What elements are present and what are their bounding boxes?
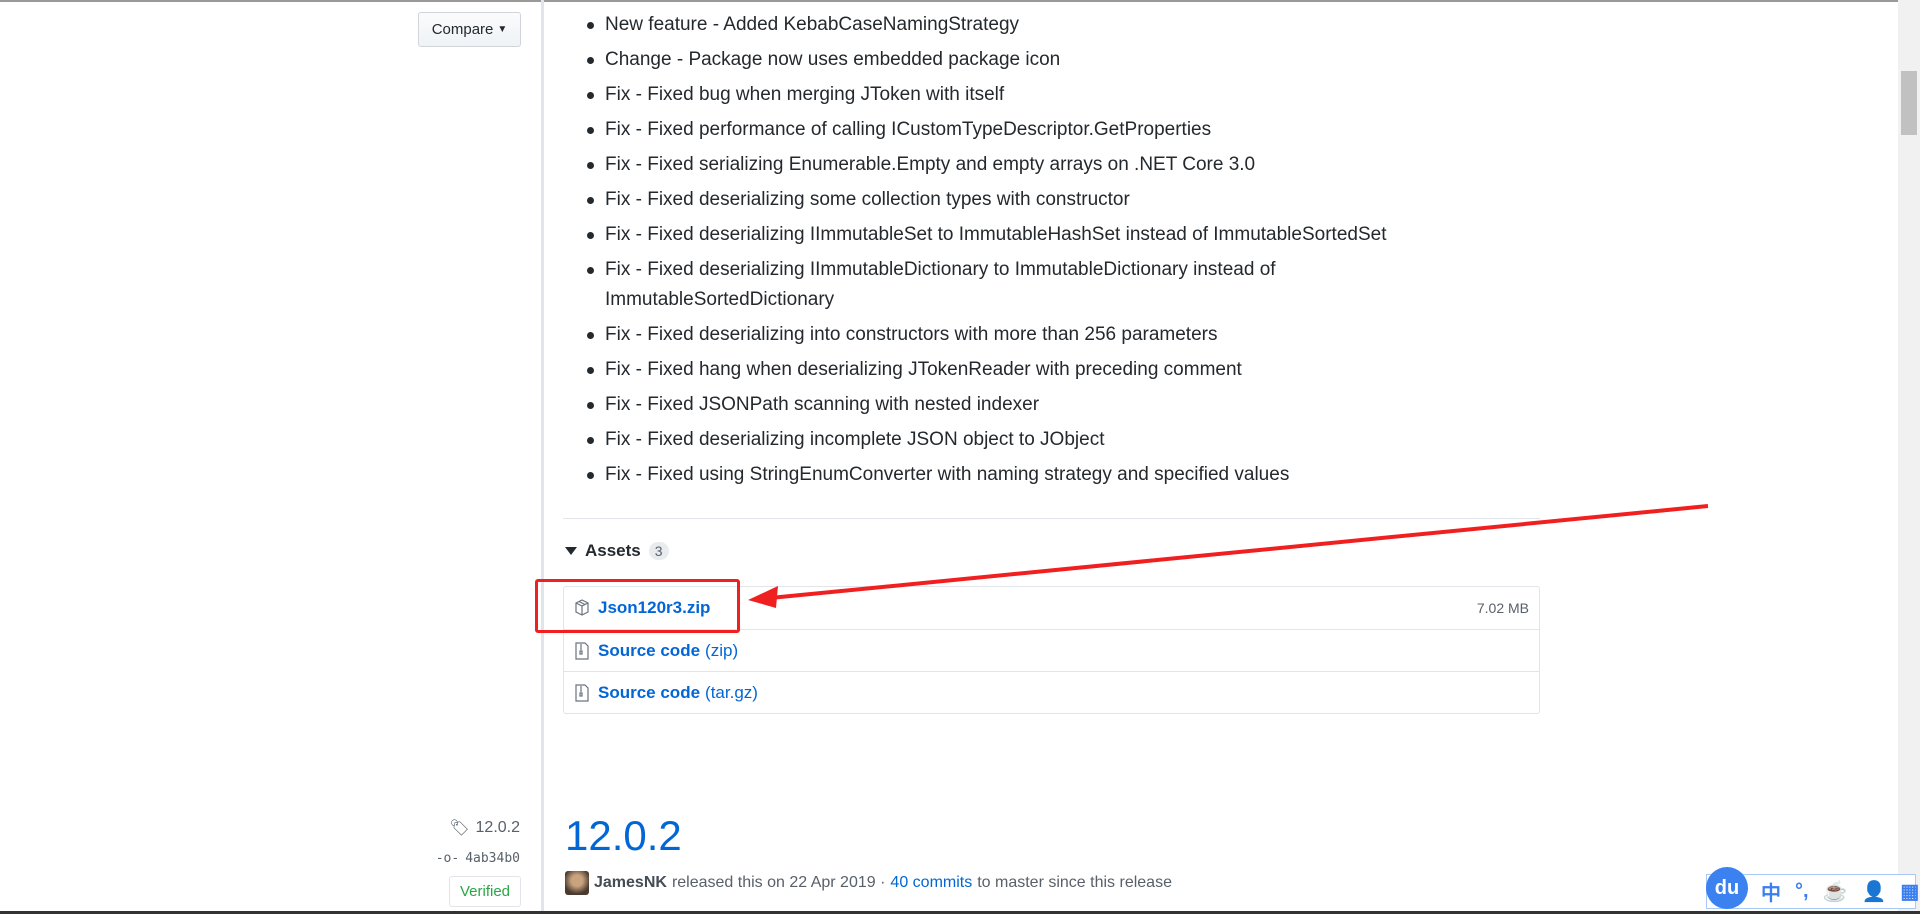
release-title[interactable]: 12.0.2 [565, 812, 682, 860]
note-item: Fix - Fixed deserializing some collectio… [587, 185, 1447, 215]
source-code-targz-link[interactable]: Source code (tar.gz) [598, 683, 758, 703]
source-code-zip-link[interactable]: Source code (zip) [598, 641, 738, 661]
note-item: Fix - Fixed deserializing IImmutableSet … [587, 220, 1447, 250]
author-link[interactable]: JamesNK [594, 874, 667, 892]
baidu-ime-logo[interactable]: du [1706, 867, 1748, 909]
scrollbar[interactable] [1898, 0, 1920, 911]
asset-size: 7.02 MB [1476, 600, 1529, 616]
top-border [0, 0, 1898, 2]
note-item: New feature - Added KebabCaseNamingStrat… [587, 10, 1447, 40]
git-commit-icon: -o- [435, 851, 460, 866]
release-meta: JamesNK released this on 22 Apr 2019 · 4… [565, 871, 1172, 895]
note-item: Fix - Fixed bug when merging JToken with… [587, 80, 1447, 110]
divider [563, 518, 1540, 519]
asset-row: Source code (tar.gz) [564, 671, 1539, 713]
ime-user-icon[interactable]: 👤 [1861, 879, 1886, 904]
scrollbar-thumb[interactable] [1901, 71, 1917, 135]
note-item: Fix - Fixed using StringEnumConverter wi… [587, 460, 1447, 490]
avatar[interactable] [565, 871, 589, 895]
note-item: Fix - Fixed deserializing into construct… [587, 320, 1447, 350]
ime-grid-icon[interactable]: ▦ [1900, 879, 1919, 904]
ime-cup-icon[interactable]: ☕ [1823, 879, 1848, 904]
annotation-highlight-box [535, 579, 740, 633]
note-item: Fix - Fixed hang when deserializing JTok… [587, 355, 1447, 385]
assets-count: 3 [648, 542, 669, 560]
ime-punctuation-toggle[interactable]: °, [1795, 880, 1809, 903]
caret-down-icon: ▼ [497, 24, 508, 35]
file-zip-icon [575, 683, 589, 702]
commits-link[interactable]: 40 commits [890, 874, 972, 892]
note-item: Fix - Fixed deserializing incomplete JSO… [587, 425, 1447, 455]
note-item: Fix - Fixed deserializing IImmutableDict… [587, 255, 1327, 315]
triangle-down-icon [565, 547, 577, 555]
ime-chinese-toggle[interactable]: 中 [1761, 877, 1781, 906]
timeline-divider [541, 0, 544, 911]
release-notes: New feature - Added KebabCaseNamingStrat… [587, 10, 1447, 495]
verified-badge[interactable]: Verified [449, 876, 521, 907]
assets-toggle[interactable]: Assets 3 [565, 541, 669, 561]
tag-label[interactable]: 🏷 12.0.2 [449, 818, 520, 838]
note-item: Change - Package now uses embedded packa… [587, 45, 1447, 75]
note-item: Fix - Fixed JSONPath scanning with neste… [587, 390, 1447, 420]
note-item: Fix - Fixed performance of calling ICust… [587, 115, 1447, 145]
asset-row: Source code (zip) [564, 629, 1539, 671]
compare-button[interactable]: Compare ▼ [418, 12, 521, 47]
commit-label[interactable]: -o- 4ab34b0 [436, 851, 520, 866]
tag-icon: 🏷 [449, 820, 470, 837]
file-zip-icon [575, 641, 589, 660]
note-item: Fix - Fixed serializing Enumerable.Empty… [587, 150, 1447, 180]
